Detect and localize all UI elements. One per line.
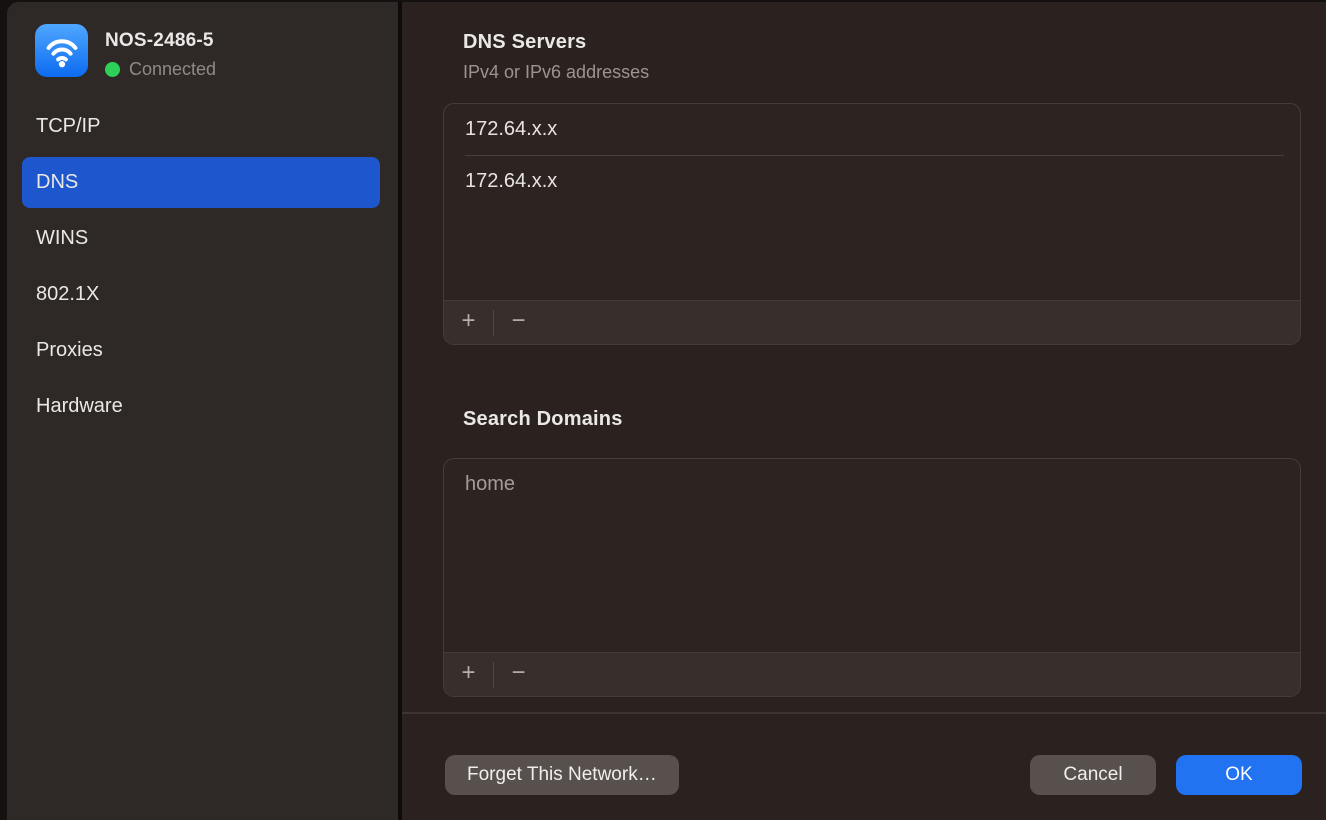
dialog-footer: Forget This Network… Cancel OK [445, 755, 1302, 795]
dns-server-row[interactable]: 172.64.x.x [444, 104, 1300, 155]
dns-servers-rows: 172.64.x.x 172.64.x.x [444, 104, 1300, 300]
forget-network-button[interactable]: Forget This Network… [445, 755, 679, 795]
sidebar-item-label: WINS [36, 227, 88, 250]
connection-status-label: Connected [129, 59, 216, 80]
sidebar-item-dns[interactable]: DNS [22, 157, 380, 208]
search-domain-row[interactable]: home [444, 459, 1300, 510]
dns-servers-title: DNS Servers [463, 31, 586, 54]
sidebar-item-8021x[interactable]: 802.1X [22, 269, 380, 320]
wifi-icon [35, 24, 88, 77]
dns-servers-list-footer: + − [444, 300, 1300, 344]
remove-search-domain-button[interactable]: − [494, 653, 543, 696]
sidebar-item-hardware[interactable]: Hardware [22, 381, 380, 432]
ok-button[interactable]: OK [1176, 755, 1302, 795]
dns-server-value: 172.64.x.x [465, 118, 557, 141]
sidebar-item-label: 802.1X [36, 283, 99, 306]
dns-servers-list: 172.64.x.x 172.64.x.x + − [443, 103, 1301, 345]
sidebar-item-proxies[interactable]: Proxies [22, 325, 380, 376]
search-domain-value: home [465, 473, 515, 496]
sidebar: NOS-2486-5 Connected TCP/IP DNS WINS 802… [7, 2, 398, 820]
sidebar-item-wins[interactable]: WINS [22, 213, 380, 264]
wifi-icon-glyph [39, 28, 85, 74]
add-search-domain-button[interactable]: + [444, 653, 493, 696]
sidebar-item-label: Proxies [36, 339, 103, 362]
sidebar-item-label: TCP/IP [36, 115, 100, 138]
footer-divider [402, 712, 1326, 714]
dns-servers-subtitle: IPv4 or IPv6 addresses [463, 62, 649, 83]
search-domains-rows: home [444, 459, 1300, 652]
network-name: NOS-2486-5 [105, 30, 214, 52]
sidebar-nav: TCP/IP DNS WINS 802.1X Proxies Hardware [22, 101, 380, 432]
dns-server-row[interactable]: 172.64.x.x [444, 156, 1300, 207]
cancel-button[interactable]: Cancel [1030, 755, 1156, 795]
remove-dns-server-button[interactable]: − [494, 301, 543, 344]
main-panel: DNS Servers IPv4 or IPv6 addresses 172.6… [402, 2, 1326, 820]
add-dns-server-button[interactable]: + [444, 301, 493, 344]
sidebar-item-tcpip[interactable]: TCP/IP [22, 101, 380, 152]
dns-server-value: 172.64.x.x [465, 170, 557, 193]
sidebar-item-label: Hardware [36, 395, 123, 418]
search-domains-list-footer: + − [444, 652, 1300, 696]
network-details-dialog: NOS-2486-5 Connected TCP/IP DNS WINS 802… [7, 2, 1326, 820]
search-domains-title: Search Domains [463, 408, 623, 431]
sidebar-item-label: DNS [36, 171, 78, 194]
search-domains-list: home + − [443, 458, 1301, 697]
network-status: Connected [105, 59, 216, 80]
connected-status-dot [105, 62, 120, 77]
screen: NOS-2486-5 Connected TCP/IP DNS WINS 802… [0, 0, 1326, 820]
